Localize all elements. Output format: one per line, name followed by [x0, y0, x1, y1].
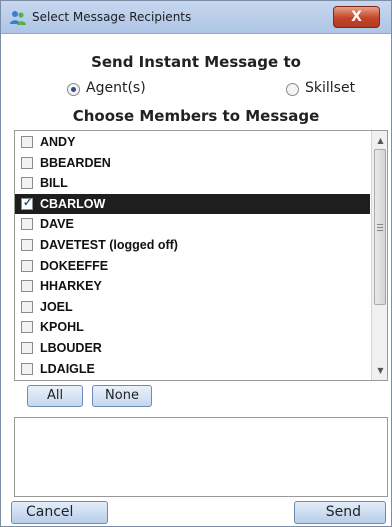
- close-icon: X: [351, 9, 362, 25]
- send-button[interactable]: Send: [294, 501, 386, 524]
- scroll-up-icon[interactable]: ▲: [372, 133, 387, 149]
- member-checkbox[interactable]: [21, 177, 33, 190]
- members-scrollbar[interactable]: ▲ ▼: [371, 131, 387, 380]
- member-checkbox[interactable]: [21, 342, 33, 354]
- radio-label: Agent(s): [86, 80, 146, 96]
- title-bar[interactable]: Select Message Recipients X: [1, 1, 391, 34]
- grip-line: [377, 230, 383, 231]
- list-item[interactable]: HHARKEY: [15, 276, 370, 296]
- list-item[interactable]: LBOUDER: [15, 338, 370, 358]
- list-item[interactable]: JOEL: [15, 297, 370, 317]
- member-label: JOEL: [40, 299, 73, 314]
- members-list[interactable]: ANDY BBEARDEN BILL CBARLOW DAVE DAVETEST (log…: [14, 130, 388, 381]
- select-recipients-dialog: Select Message Recipients X Send Instant…: [0, 0, 392, 527]
- member-checkbox[interactable]: [21, 218, 33, 231]
- list-item[interactable]: DAVE: [15, 214, 370, 234]
- scroll-thumb[interactable]: [374, 149, 386, 305]
- list-item[interactable]: KPOHL: [15, 317, 370, 337]
- member-label: DAVETEST (logged off): [40, 238, 178, 252]
- member-label: BBEARDEN: [40, 155, 111, 170]
- member-checkbox[interactable]: [21, 362, 33, 375]
- members-heading: Choose Members to Message: [72, 107, 320, 125]
- member-checkbox[interactable]: [21, 156, 33, 169]
- member-label: DOKEEFFE: [40, 258, 109, 273]
- window-title: Select Message Recipients: [32, 10, 192, 24]
- app-people-icon: [10, 11, 26, 25]
- close-button[interactable]: X: [333, 6, 380, 28]
- member-checkbox[interactable]: [21, 239, 33, 251]
- member-checkbox[interactable]: [21, 259, 33, 272]
- list-item[interactable]: BBEARDEN: [15, 153, 370, 173]
- radio-button[interactable]: [286, 83, 299, 96]
- cancel-button[interactable]: Cancel: [11, 501, 108, 524]
- member-label: KPOHL: [40, 320, 84, 335]
- member-label: LDAIGLE: [40, 361, 95, 376]
- member-checkbox[interactable]: [21, 321, 33, 334]
- list-item[interactable]: CBARLOW: [15, 193, 370, 214]
- list-item[interactable]: ANDY: [15, 132, 370, 152]
- list-item[interactable]: DAVETEST (logged off): [15, 235, 370, 255]
- select-none-button[interactable]: None: [92, 385, 152, 407]
- list-item[interactable]: LDAIGLE: [15, 359, 370, 379]
- member-label: CBARLOW: [40, 196, 106, 211]
- member-label: BILL: [40, 176, 68, 191]
- select-all-button[interactable]: All: [27, 385, 83, 407]
- list-item[interactable]: BILL: [15, 173, 370, 193]
- member-checkbox[interactable]: [21, 300, 33, 313]
- member-label: HHARKEY: [40, 279, 102, 294]
- send-heading: Send Instant Message to: [91, 53, 301, 71]
- member-label: ANDY: [40, 135, 76, 149]
- list-item[interactable]: DOKEEFFE: [15, 256, 370, 276]
- grip-line: [377, 227, 383, 228]
- member-label: LBOUDER: [40, 341, 102, 355]
- radio-button[interactable]: [67, 83, 80, 96]
- grip-line: [377, 224, 383, 225]
- member-checkbox[interactable]: [21, 136, 33, 148]
- radio-label: Skillset: [305, 80, 356, 96]
- member-checkbox[interactable]: [21, 280, 33, 293]
- member-label: DAVE: [40, 217, 74, 232]
- scroll-down-icon[interactable]: ▼: [372, 363, 387, 379]
- message-input[interactable]: [14, 417, 388, 497]
- member-checkbox[interactable]: [21, 196, 33, 210]
